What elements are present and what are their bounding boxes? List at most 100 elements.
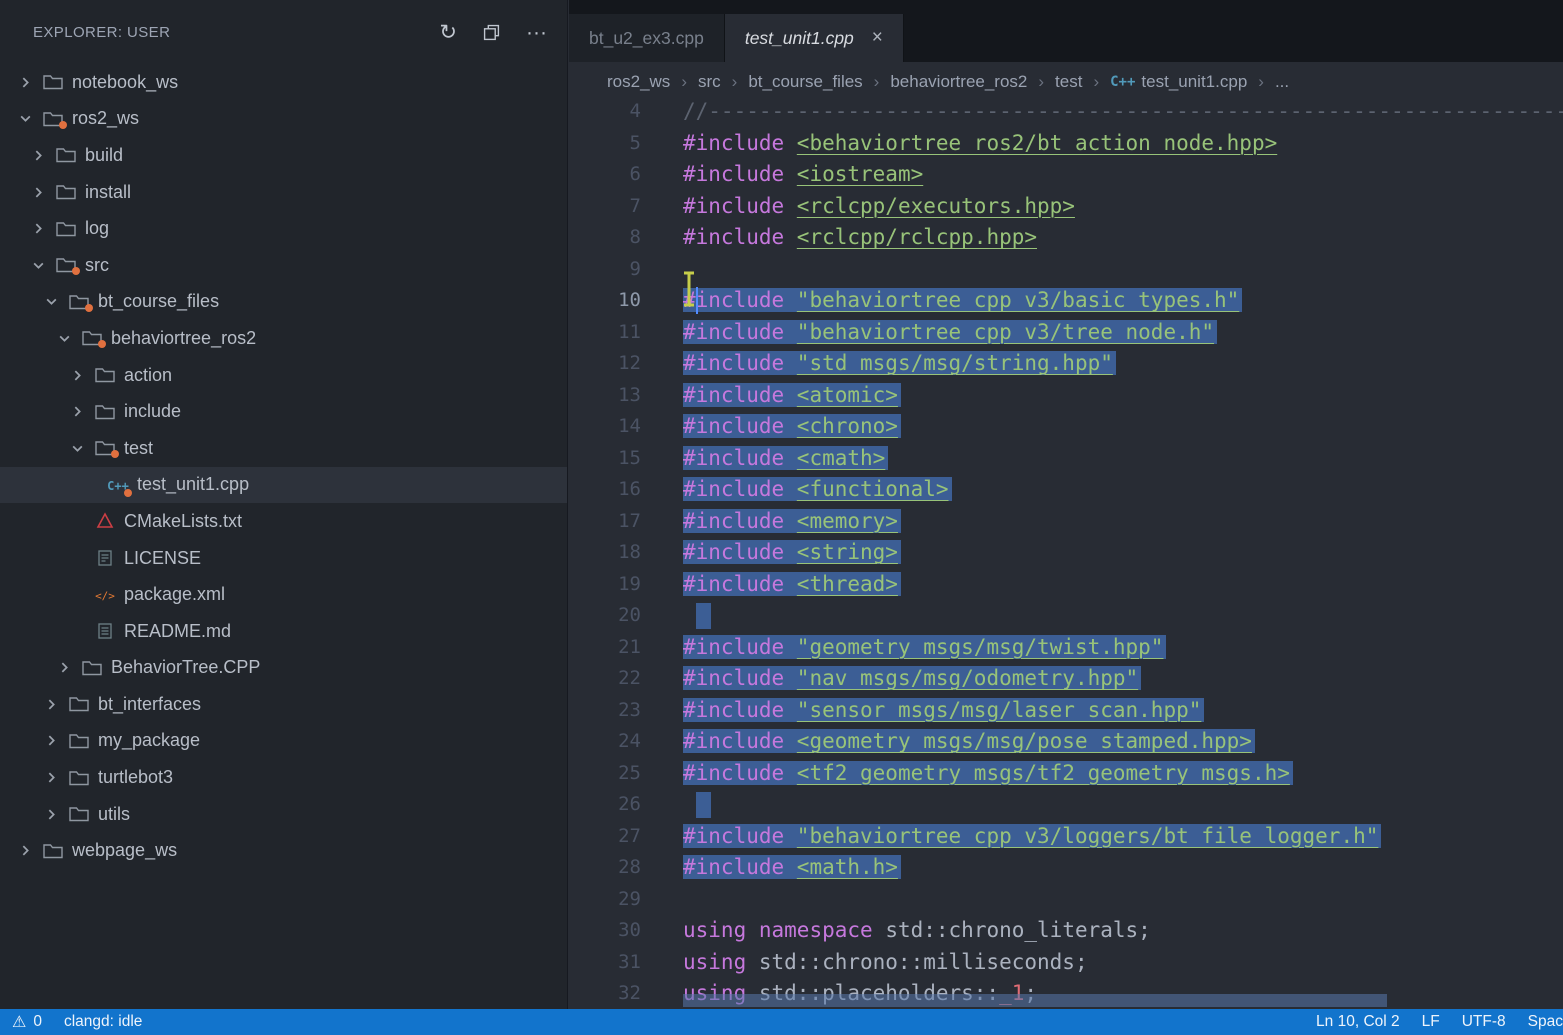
language-server-status[interactable]: clangd: idle [64, 1013, 142, 1031]
code-line-29[interactable]: 29 [569, 884, 1563, 916]
code-line-7[interactable]: 7#include <rclcpp/executors.hpp> [569, 191, 1563, 223]
tab-test_unit1.cpp[interactable]: test_unit1.cpp× [725, 14, 904, 62]
tree-item-webpage_ws[interactable]: webpage_ws [0, 832, 567, 869]
breadcrumb-item-ros2_ws[interactable]: ros2_ws [607, 72, 670, 92]
folder-icon [64, 733, 94, 749]
tree-item-install[interactable]: install [0, 174, 567, 211]
code-line-20[interactable]: 20 [569, 600, 1563, 632]
chevron-right-icon[interactable] [38, 771, 64, 784]
eol-indicator[interactable]: LF [1422, 1013, 1440, 1031]
problems-indicator[interactable]: ⚠ 0 [12, 1012, 42, 1032]
tree-item-label: README.md [124, 621, 231, 642]
code-line-13[interactable]: 13#include <atomic> [569, 380, 1563, 412]
breadcrumb-item-src[interactable]: src [698, 72, 721, 92]
breadcrumb-item-test_unit1.cpp[interactable]: C++test_unit1.cpp [1110, 72, 1247, 92]
tree-item-CMakeLists.txt[interactable]: CMakeLists.txt [0, 503, 567, 540]
tree-item-LICENSE[interactable]: LICENSE [0, 540, 567, 577]
breadcrumb-item-behaviortree_ros2[interactable]: behaviortree_ros2 [890, 72, 1027, 92]
folder-icon [38, 843, 68, 859]
collapse-folders-icon[interactable] [483, 24, 500, 41]
tree-item-turtlebot3[interactable]: turtlebot3 [0, 759, 567, 796]
code-line-8[interactable]: 8#include <rclcpp/rclcpp.hpp> [569, 222, 1563, 254]
tab-bt_u2_ex3.cpp[interactable]: bt_u2_ex3.cpp [569, 14, 725, 62]
code-line-4[interactable]: 4//-------------------------------------… [569, 96, 1563, 128]
code-line-15[interactable]: 15#include <cmath> [569, 443, 1563, 475]
horizontal-scrollbar[interactable] [683, 994, 1387, 1007]
tree-item-label: install [85, 182, 131, 203]
tree-item-log[interactable]: log [0, 210, 567, 247]
chevron-right-icon[interactable] [64, 369, 90, 382]
code-line-10[interactable]: 10#include "behaviortree_cpp_v3/basic_ty… [569, 285, 1563, 317]
tree-item-notebook_ws[interactable]: notebook_ws [0, 64, 567, 101]
code-line-14[interactable]: 14#include <chrono> [569, 411, 1563, 443]
tree-item-behaviortree_ros2[interactable]: behaviortree_ros2 [0, 320, 567, 357]
chevron-right-icon[interactable] [38, 734, 64, 747]
chevron-right-icon[interactable] [25, 186, 51, 199]
code-line-16[interactable]: 16#include <functional> [569, 474, 1563, 506]
token: #include [683, 477, 797, 501]
code-line-12[interactable]: 12#include "std_msgs/msg/string.hpp" [569, 348, 1563, 380]
chevron-down-icon[interactable] [51, 332, 77, 345]
code-line-17[interactable]: 17#include <memory> [569, 506, 1563, 538]
code-line-27[interactable]: 27#include "behaviortree_cpp_v3/loggers/… [569, 821, 1563, 853]
chevron-right-icon[interactable] [25, 149, 51, 162]
tree-item-src[interactable]: src [0, 247, 567, 284]
chevron-right-icon[interactable] [12, 76, 38, 89]
breadcrumb-item-bt_course_files[interactable]: bt_course_files [748, 72, 862, 92]
code-line-31[interactable]: 31using std::chrono::milliseconds; [569, 947, 1563, 979]
code-line-25[interactable]: 25#include <tf2_geometry_msgs/tf2_geomet… [569, 758, 1563, 790]
chevron-down-icon[interactable] [25, 259, 51, 272]
code-line-18[interactable]: 18#include <string> [569, 537, 1563, 569]
refresh-icon[interactable]: ↻ [439, 22, 457, 43]
code-line-26[interactable]: 26 [569, 789, 1563, 821]
code-line-23[interactable]: 23#include "sensor_msgs/msg/laser_scan.h… [569, 695, 1563, 727]
selection-highlight: #include "behaviortree_cpp_v3/tree_node.… [683, 320, 1217, 344]
line-number: 12 [569, 348, 641, 380]
breadcrumb-item-test[interactable]: test [1055, 72, 1082, 92]
tree-item-build[interactable]: build [0, 137, 567, 174]
chevron-down-icon[interactable] [12, 112, 38, 125]
code-line-21[interactable]: 21#include "geometry_msgs/msg/twist.hpp" [569, 632, 1563, 664]
tree-item-BehaviorTree.CPP[interactable]: BehaviorTree.CPP [0, 650, 567, 687]
code-line-6[interactable]: 6#include <iostream> [569, 159, 1563, 191]
tree-item-bt_interfaces[interactable]: bt_interfaces [0, 686, 567, 723]
code-line-11[interactable]: 11#include "behaviortree_cpp_v3/tree_nod… [569, 317, 1563, 349]
chevron-right-icon[interactable] [38, 808, 64, 821]
indentation-indicator[interactable]: Spac [1528, 1013, 1563, 1031]
breadcrumb-overflow[interactable]: ... [1275, 72, 1289, 92]
chevron-right-icon[interactable] [25, 222, 51, 235]
code-editor[interactable]: 4//-------------------------------------… [569, 96, 1563, 1009]
chevron-right-icon[interactable] [51, 661, 77, 674]
tree-item-utils[interactable]: utils [0, 796, 567, 833]
chevron-down-icon[interactable] [38, 295, 64, 308]
code-line-30[interactable]: 30using namespace std::chrono_literals; [569, 915, 1563, 947]
tree-item-ros2_ws[interactable]: ros2_ws [0, 101, 567, 138]
tree-item-action[interactable]: action [0, 357, 567, 394]
code-line-22[interactable]: 22#include "nav_msgs/msg/odometry.hpp" [569, 663, 1563, 695]
chevron-right-icon[interactable] [64, 405, 90, 418]
code-line-19[interactable]: 19#include <thread> [569, 569, 1563, 601]
code-line-content: #include <memory> [683, 506, 901, 538]
code-line-content: #include <cmath> [683, 443, 888, 475]
code-line-content: #include <atomic> [683, 380, 901, 412]
encoding-indicator[interactable]: UTF-8 [1462, 1013, 1506, 1031]
code-line-9[interactable]: 9 [569, 254, 1563, 286]
tree-item-include[interactable]: include [0, 393, 567, 430]
tree-item-bt_course_files[interactable]: bt_course_files [0, 284, 567, 321]
tree-item-my_package[interactable]: my_package [0, 723, 567, 760]
cursor-position[interactable]: Ln 10, Col 2 [1316, 1013, 1400, 1031]
token: #include [683, 855, 797, 879]
more-actions-icon[interactable]: ··· [526, 22, 547, 43]
chevron-right-icon[interactable] [38, 698, 64, 711]
tree-item-test_unit1.cpp[interactable]: C++test_unit1.cpp [0, 467, 567, 504]
chevron-down-icon[interactable] [64, 442, 90, 455]
tree-item-package.xml[interactable]: </>package.xml [0, 576, 567, 613]
code-line-28[interactable]: 28#include <math.h> [569, 852, 1563, 884]
close-icon[interactable]: × [872, 27, 883, 49]
code-line-5[interactable]: 5#include <behaviortree_ros2/bt_action_n… [569, 128, 1563, 160]
code-line-24[interactable]: 24#include <geometry_msgs/msg/pose_stamp… [569, 726, 1563, 758]
chevron-right-icon[interactable] [12, 844, 38, 857]
tree-item-test[interactable]: test [0, 430, 567, 467]
tree-item-README.md[interactable]: README.md [0, 613, 567, 650]
folder-icon [90, 367, 120, 383]
